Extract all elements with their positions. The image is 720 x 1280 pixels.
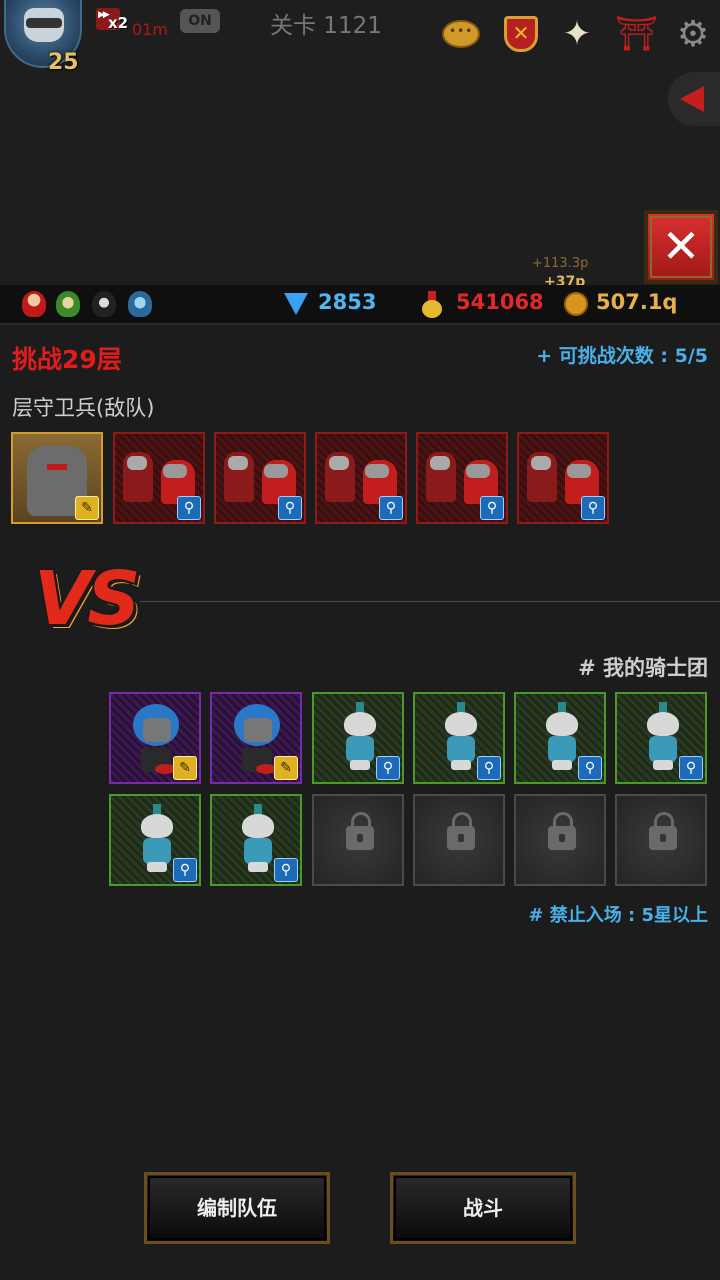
my-team-title: # 我的骑士团 (578, 656, 708, 680)
gem-icon (284, 293, 308, 315)
medal-count: 541068 (456, 290, 544, 314)
gold-count: 507.1q (596, 290, 678, 314)
hero-mini-icon[interactable] (92, 291, 116, 317)
lock-icon (346, 812, 374, 850)
team-slot[interactable]: ⚲ (514, 692, 606, 784)
challenge-attempts[interactable]: + 可挑战次数 : 5/5 (536, 341, 708, 368)
lock-icon (649, 812, 677, 850)
angel-icon[interactable]: ✦ (556, 14, 598, 54)
battle-button[interactable]: 战斗 (390, 1172, 576, 1244)
medal-icon (422, 291, 442, 318)
team-slot[interactable]: ⚲ (109, 794, 201, 886)
top-hud (0, 0, 720, 285)
floating-reward-text: +113.3p (532, 256, 589, 271)
hero-mini-icon[interactable] (56, 291, 80, 317)
team-slot[interactable]: ⚲ (312, 692, 404, 784)
sword-icon: ✎ (173, 756, 197, 780)
gem-count: 2853 (318, 290, 377, 314)
team-slot[interactable]: ⚲ (413, 692, 505, 784)
magnifier-icon: ⚲ (578, 756, 602, 780)
enemy-slot[interactable]: ⚲ (113, 432, 205, 524)
enemy-slot[interactable]: ✎ (11, 432, 103, 524)
team-slot[interactable]: ⚲ (210, 794, 302, 886)
magnifier-icon: ⚲ (278, 496, 302, 520)
magnifier-icon: ⚲ (581, 496, 605, 520)
magnifier-icon: ⚲ (379, 496, 403, 520)
hero-mini-icon[interactable] (128, 291, 152, 317)
entry-restriction: # 禁止入场 : 5星以上 (528, 905, 708, 926)
locked-slot[interactable] (413, 794, 505, 886)
divider (140, 601, 720, 602)
enemy-slot[interactable]: ⚲ (214, 432, 306, 524)
lock-icon (548, 812, 576, 850)
close-button[interactable]: ✕ (644, 210, 718, 284)
hero-mini-icon[interactable] (22, 291, 46, 317)
team-slot[interactable]: ⚲ (615, 692, 707, 784)
side-menu-arrow-icon[interactable] (668, 72, 720, 126)
challenge-floor-title: 挑战29层 (12, 345, 122, 374)
magnifier-icon: ⚲ (173, 858, 197, 882)
enemy-slot[interactable]: ⚲ (416, 432, 508, 524)
magnifier-icon: ⚲ (477, 756, 501, 780)
speed-toggle[interactable]: ON (180, 9, 220, 33)
magnifier-icon: ⚲ (480, 496, 504, 520)
magnifier-icon: ⚲ (679, 756, 703, 780)
speed-multiplier: x2 (108, 14, 129, 32)
guild-shield-icon[interactable]: ✕ (500, 14, 542, 54)
magnifier-icon: ⚲ (177, 496, 201, 520)
sword-icon: ✎ (274, 756, 298, 780)
sword-icon: ✎ (75, 496, 99, 520)
locked-slot[interactable] (615, 794, 707, 886)
edit-team-button[interactable]: 编制队伍 (144, 1172, 330, 1244)
close-icon: ✕ (661, 219, 701, 273)
vs-label: VS (34, 556, 141, 642)
enemy-slot[interactable]: ⚲ (315, 432, 407, 524)
locked-slot[interactable] (514, 794, 606, 886)
enemy-guard-label: 层守卫兵(敌队) (12, 396, 155, 420)
chat-bubble-icon[interactable] (440, 14, 482, 54)
magnifier-icon: ⚲ (376, 756, 400, 780)
locked-slot[interactable] (312, 794, 404, 886)
lock-icon (447, 812, 475, 850)
player-level: 25 (48, 50, 79, 75)
team-slot[interactable]: ✎ (210, 692, 302, 784)
stage-label: 关卡 1121 (270, 13, 382, 39)
gold-coin-icon (564, 292, 588, 316)
team-slot[interactable]: ✎ (109, 692, 201, 784)
enemy-slot[interactable]: ⚲ (517, 432, 609, 524)
magnifier-icon: ⚲ (274, 858, 298, 882)
speed-timer: 01m (132, 20, 168, 39)
gear-icon[interactable]: ⚙ (672, 14, 714, 55)
arch-gate-icon[interactable]: ⛩ (614, 14, 658, 54)
